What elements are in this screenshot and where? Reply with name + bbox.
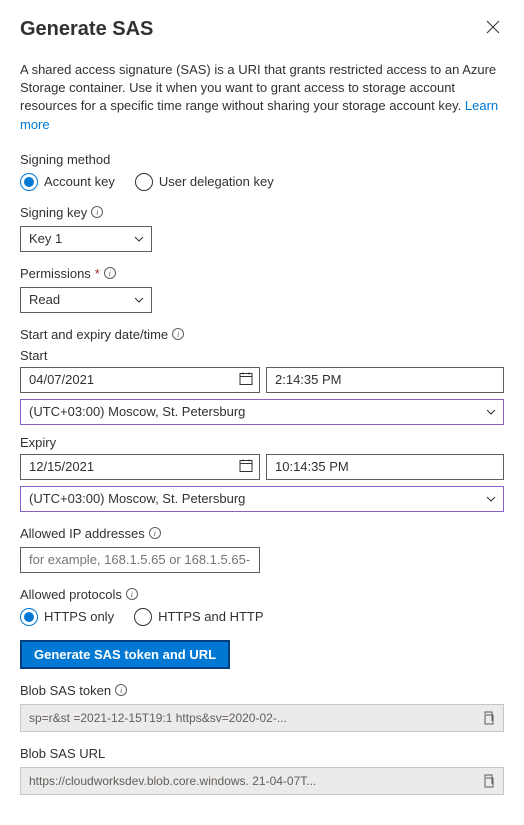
close-button[interactable] <box>482 16 504 43</box>
permissions-dropdown[interactable]: Read <box>20 287 152 313</box>
copy-icon <box>481 774 495 788</box>
chevron-down-icon <box>485 493 497 505</box>
expiry-label: Expiry <box>20 435 504 450</box>
allowed-ip-label: Allowed IP addresses i <box>20 526 504 541</box>
protocol-https-only[interactable]: HTTPS only <box>20 608 114 626</box>
calendar-icon <box>239 371 253 388</box>
page-title: Generate SAS <box>20 18 153 41</box>
expiry-timezone-dropdown[interactable]: (UTC+03:00) Moscow, St. Petersburg <box>20 486 504 512</box>
info-icon[interactable]: i <box>126 588 138 600</box>
calendar-icon <box>239 458 253 475</box>
expiry-time-input[interactable]: 10:14:35 PM <box>266 454 504 480</box>
expiry-date-input[interactable]: 12/15/2021 <box>20 454 260 480</box>
info-icon[interactable]: i <box>149 527 161 539</box>
chevron-down-icon <box>485 406 497 418</box>
radio-icon <box>134 608 152 626</box>
radio-icon <box>20 173 38 191</box>
copy-sas-url-button[interactable] <box>477 772 499 790</box>
signing-key-dropdown[interactable]: Key 1 <box>20 226 152 252</box>
sas-url-field: https://cloudworksdev.blob.core.windows.… <box>20 767 504 795</box>
allowed-ip-input[interactable] <box>20 547 260 573</box>
start-label: Start <box>20 348 504 363</box>
sas-url-label: Blob SAS URL <box>20 746 504 761</box>
info-icon[interactable]: i <box>91 206 103 218</box>
protocol-https-http[interactable]: HTTPS and HTTP <box>134 608 263 626</box>
sas-token-field: sp=r&st =2021-12-15T19:1 https&sv=2020-0… <box>20 704 504 732</box>
copy-sas-token-button[interactable] <box>477 709 499 727</box>
signing-method-account-key[interactable]: Account key <box>20 173 115 191</box>
generate-sas-button[interactable]: Generate SAS token and URL <box>20 640 230 669</box>
datetime-label: Start and expiry date/time i <box>20 327 504 342</box>
permissions-label: Permissions * i <box>20 266 504 281</box>
radio-icon <box>135 173 153 191</box>
sas-token-label: Blob SAS token i <box>20 683 504 698</box>
signing-method-user-delegation[interactable]: User delegation key <box>135 173 274 191</box>
close-icon <box>486 20 500 34</box>
start-time-input[interactable]: 2:14:35 PM <box>266 367 504 393</box>
info-icon[interactable]: i <box>104 267 116 279</box>
radio-icon <box>20 608 38 626</box>
allowed-protocols-label: Allowed protocols i <box>20 587 504 602</box>
chevron-down-icon <box>133 294 145 306</box>
copy-icon <box>481 711 495 725</box>
signing-key-label: Signing key i <box>20 205 504 220</box>
info-icon[interactable]: i <box>115 684 127 696</box>
start-timezone-dropdown[interactable]: (UTC+03:00) Moscow, St. Petersburg <box>20 399 504 425</box>
info-icon[interactable]: i <box>172 328 184 340</box>
description-text: A shared access signature (SAS) is a URI… <box>20 61 504 134</box>
chevron-down-icon <box>133 233 145 245</box>
start-date-input[interactable]: 04/07/2021 <box>20 367 260 393</box>
signing-method-label: Signing method <box>20 152 504 167</box>
